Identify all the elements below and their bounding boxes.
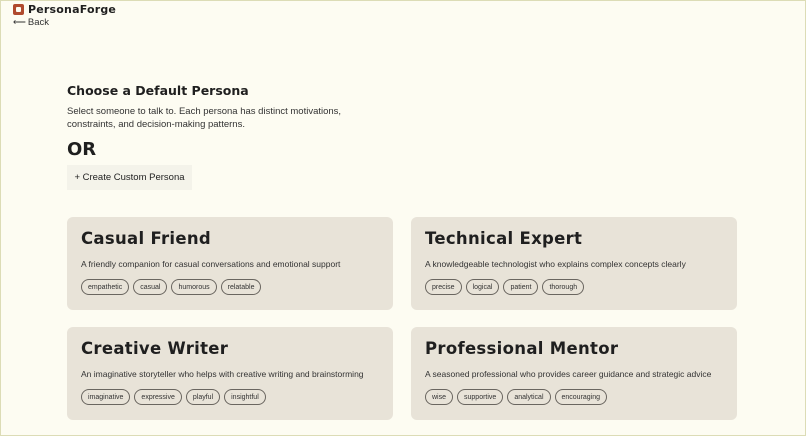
persona-title: Casual Friend [81, 229, 212, 248]
trait-tag: patient [503, 279, 539, 295]
trait-tag: logical [465, 279, 500, 295]
trait-tag: analytical [507, 389, 551, 405]
trait-tag: casual [133, 279, 168, 295]
brand: PersonaForge [13, 3, 116, 16]
trait-tag: thorough [542, 279, 585, 295]
trait-tag: expressive [134, 389, 182, 405]
persona-card-casual-friend[interactable]: Casual Friend A friendly companion for c… [67, 217, 393, 310]
persona-description: A friendly companion for casual conversa… [81, 259, 341, 269]
persona-description: A knowledgeable technologist who explain… [425, 259, 686, 269]
persona-card-professional-mentor[interactable]: Professional Mentor A seasoned professio… [411, 327, 737, 420]
app-window: PersonaForge ⟵ Back Choose a Default Per… [0, 0, 806, 436]
persona-logo-icon [13, 4, 24, 15]
trait-tag: wise [425, 389, 454, 405]
back-label: Back [27, 17, 50, 28]
arrow-left-icon: ⟵ [13, 17, 26, 27]
persona-description: A seasoned professional who provides car… [425, 369, 712, 379]
persona-card-creative-writer[interactable]: Creative Writer An imaginative storytell… [67, 327, 393, 420]
trait-tag: precise [425, 279, 462, 295]
persona-tags: imaginative expressive playful insightfu… [81, 389, 266, 405]
trait-tag: supportive [457, 389, 504, 405]
page-title: Choose a Default Persona [67, 83, 249, 98]
brand-name: PersonaForge [28, 3, 117, 16]
create-custom-persona-label: + Create Custom Persona [74, 172, 185, 183]
persona-title: Professional Mentor [425, 339, 619, 358]
trait-tag: empathetic [81, 279, 130, 295]
page-subtitle: Select someone to talk to. Each persona … [67, 106, 342, 130]
persona-tags: empathetic casual humorous relatable [81, 279, 262, 295]
persona-card-technical-expert[interactable]: Technical Expert A knowledgeable technol… [411, 217, 737, 310]
trait-tag: imaginative [81, 389, 131, 405]
trait-tag: humorous [171, 279, 217, 295]
persona-description: An imaginative storyteller who helps wit… [81, 369, 364, 379]
back-link[interactable]: ⟵ Back [13, 17, 49, 28]
persona-title: Technical Expert [425, 229, 583, 248]
trait-tag: playful [185, 389, 221, 405]
persona-tags: wise supportive analytical encouraging [425, 389, 608, 405]
trait-tag: insightful [224, 389, 266, 405]
persona-title: Creative Writer [81, 339, 229, 358]
create-custom-persona-button[interactable]: + Create Custom Persona [67, 165, 192, 190]
persona-tags: precise logical patient thorough [425, 279, 585, 295]
trait-tag: relatable [220, 279, 262, 295]
or-divider-label: OR [67, 139, 97, 160]
trait-tag: encouraging [554, 389, 608, 405]
